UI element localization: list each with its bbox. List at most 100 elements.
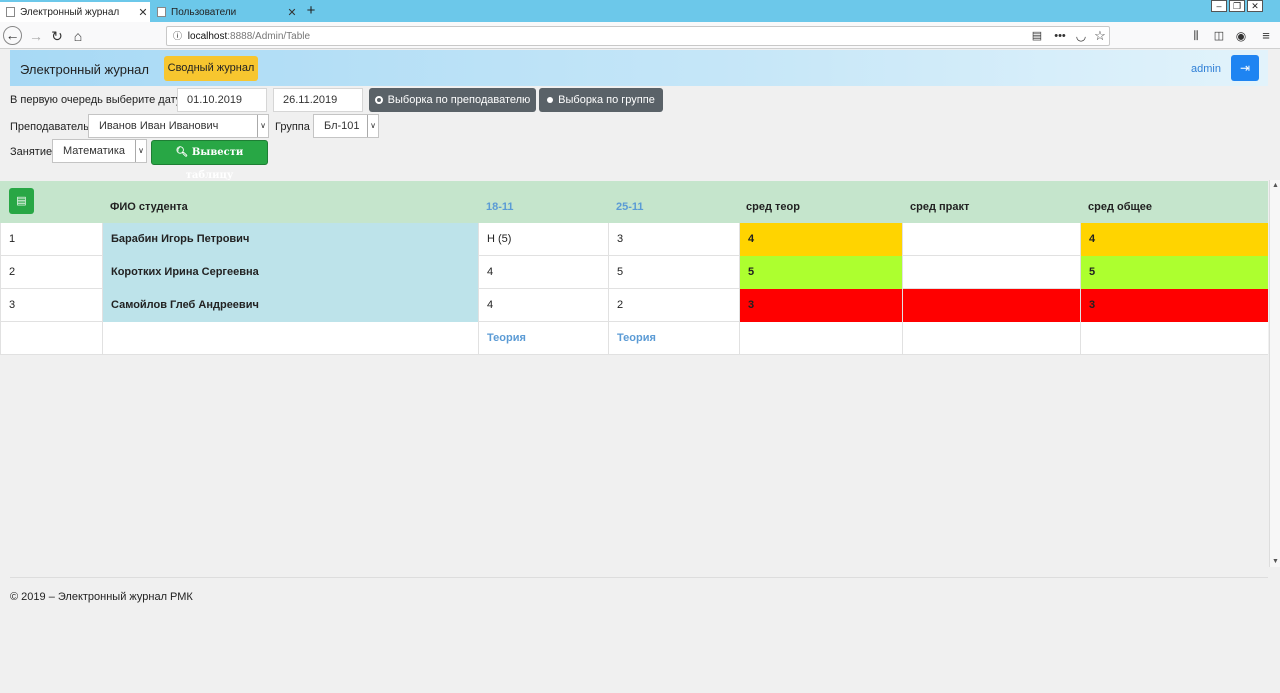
grade-cell[interactable]: 3 <box>608 223 739 256</box>
student-name: Коротких Ирина Сергеевна <box>102 256 478 289</box>
avg-total-cell: 4 <box>1080 223 1268 256</box>
show-table-label: Вывести таблицу <box>185 147 244 181</box>
avg-total-cell: 3 <box>1080 289 1268 322</box>
avg-practice-cell <box>902 256 1080 289</box>
reload-icon[interactable]: ↻ <box>47 26 67 46</box>
lesson-select-value: Математика <box>63 145 125 157</box>
by-teacher-button[interactable]: Выборка по преподавателю <box>369 88 536 112</box>
chevron-down-icon: ∨ <box>257 115 268 137</box>
page-icon <box>157 7 166 17</box>
tab-label: Электронный журнал <box>20 6 120 18</box>
page-icon <box>6 7 15 17</box>
browser-tab-journal[interactable]: Электронный журнал ✕ <box>0 2 150 22</box>
forward-icon[interactable]: → <box>26 26 46 46</box>
more-actions-icon[interactable]: ••• <box>1050 26 1070 46</box>
header-avg-theory: сред теор <box>746 201 800 213</box>
pocket-icon[interactable]: ◡ <box>1071 26 1091 46</box>
empty-cell <box>1080 322 1268 355</box>
table-row: 3 Самойлов Глеб Андреевич 4 2 3 3 <box>0 289 1268 322</box>
grade-cell[interactable]: 4 <box>478 289 608 322</box>
empty-cell <box>0 322 102 355</box>
teacher-label: Преподаватель <box>10 121 89 133</box>
group-select[interactable]: Бл-101 ∨ <box>313 114 379 138</box>
teacher-select[interactable]: Иванов Иван Иванович ∨ <box>88 114 269 138</box>
group-label: Группа <box>275 121 310 133</box>
reader-view-icon[interactable]: ▤ <box>1027 26 1047 46</box>
footer-text: © 2019 – Электронный журнал РМК <box>10 591 193 603</box>
menu-icon[interactable]: ≡ <box>1256 26 1276 46</box>
scroll-down-icon[interactable]: ▼ <box>1270 556 1280 567</box>
by-group-button[interactable]: Выборка по группе <box>539 88 663 112</box>
chevron-down-icon: ∨ <box>367 115 378 137</box>
theory-link[interactable]: Теория <box>478 322 608 355</box>
student-name: Барабин Игорь Петрович <box>102 223 478 256</box>
user-link[interactable]: admin <box>1191 63 1221 75</box>
header-date-2[interactable]: 25-11 <box>616 201 644 213</box>
avg-theory-cell: 4 <box>739 223 902 256</box>
tab-label: Пользователи <box>171 6 237 18</box>
info-icon[interactable]: ⓘ <box>173 27 185 45</box>
show-table-button[interactable]: 🔍︎ Вывести таблицу <box>151 140 268 181</box>
date-to-field[interactable]: 26.11.2019 <box>273 88 363 112</box>
row-number: 3 <box>0 289 102 322</box>
bookmark-star-icon[interactable]: ☆ <box>1090 26 1110 46</box>
home-icon[interactable]: ⌂ <box>68 26 88 46</box>
teacher-select-value: Иванов Иван Иванович <box>99 120 219 132</box>
date-prompt-label: В первую очередь выберите дату <box>10 94 182 106</box>
table-row: 2 Коротких Ирина Сергеевна 4 5 5 5 <box>0 256 1268 289</box>
browser-tab-users[interactable]: Пользователи ✕ <box>151 2 299 22</box>
by-group-label: Выборка по группе <box>558 94 655 106</box>
avg-theory-cell: 3 <box>739 289 902 322</box>
lesson-select[interactable]: Математика ∨ <box>52 139 147 163</box>
search-icon: 🔍︎ <box>175 147 189 158</box>
avg-practice-cell <box>902 223 1080 256</box>
vertical-scrollbar[interactable]: ▲ ▼ <box>1269 180 1280 567</box>
export-file-icon[interactable]: ▤ <box>9 188 34 214</box>
table-row: 1 Барабин Игорь Петрович Н (5) 3 4 4 <box>0 223 1268 256</box>
summary-journal-button[interactable]: Сводный журнал <box>164 56 258 81</box>
close-tab-icon[interactable]: ✕ <box>136 6 150 19</box>
close-window-icon[interactable]: ✕ <box>1247 0 1263 12</box>
header-date-1[interactable]: 18-11 <box>486 201 514 213</box>
row-number: 1 <box>0 223 102 256</box>
theory-link[interactable]: Теория <box>608 322 739 355</box>
header-avg-practice: сред практ <box>910 201 970 213</box>
minimize-window-icon[interactable]: – <box>1211 0 1227 12</box>
empty-cell <box>739 322 902 355</box>
close-tab-icon[interactable]: ✕ <box>285 6 299 19</box>
header-avg-total: сред общее <box>1088 201 1153 213</box>
row-number: 2 <box>0 256 102 289</box>
account-icon[interactable]: ◉ <box>1231 26 1251 46</box>
table-footer-row: Теория Теория <box>0 322 1268 355</box>
scroll-up-icon[interactable]: ▲ <box>1270 180 1280 191</box>
new-tab-button[interactable]: + <box>303 1 319 21</box>
logout-icon[interactable]: ⇥ <box>1231 55 1259 81</box>
lesson-label: Занятие <box>10 146 53 158</box>
avg-practice-cell <box>902 289 1080 322</box>
student-name: Самойлов Глеб Андреевич <box>102 289 478 322</box>
grade-cell[interactable]: 5 <box>608 256 739 289</box>
grade-cell[interactable]: 2 <box>608 289 739 322</box>
date-from-field[interactable]: 01.10.2019 <box>177 88 267 112</box>
radio-icon <box>547 97 554 104</box>
back-icon[interactable]: ← <box>3 26 22 45</box>
chevron-down-icon: ∨ <box>135 140 146 162</box>
brand-title[interactable]: Электронный журнал <box>20 62 149 77</box>
url-path: :8888/Admin/Table <box>227 31 311 42</box>
url-host: localhost <box>187 31 228 42</box>
avg-theory-cell: 5 <box>739 256 902 289</box>
group-select-value: Бл-101 <box>324 120 360 132</box>
library-icon[interactable]: ⫼ <box>1186 26 1206 46</box>
by-teacher-label: Выборка по преподавателю <box>387 94 531 106</box>
empty-cell <box>902 322 1080 355</box>
sidebar-icon[interactable]: ◫ <box>1209 26 1229 46</box>
radio-selected-icon <box>374 96 383 105</box>
header-student: ФИО студента <box>110 201 188 213</box>
grade-cell[interactable]: 4 <box>478 256 608 289</box>
empty-cell <box>102 322 478 355</box>
avg-total-cell: 5 <box>1080 256 1268 289</box>
footer-divider <box>10 577 1268 578</box>
grade-cell[interactable]: Н (5) <box>478 223 608 256</box>
address-bar[interactable]: ⓘ localhost:8888/Admin/Table <box>166 26 1110 46</box>
restore-window-icon[interactable]: ❐ <box>1229 0 1245 12</box>
